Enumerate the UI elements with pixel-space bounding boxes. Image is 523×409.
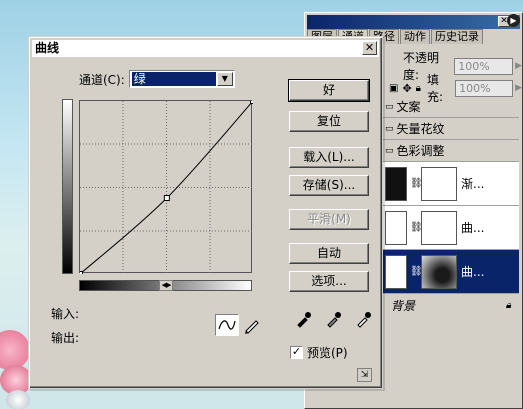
preview-checkbox[interactable]: ✓: [290, 346, 303, 359]
layer-mask-thumbnail: [421, 166, 457, 201]
background-layer[interactable]: 背景 🔒︎: [383, 294, 519, 316]
save-button[interactable]: 存储(S)...: [289, 175, 369, 196]
layer-group[interactable]: ▭ 文案: [383, 96, 519, 118]
channel-select[interactable]: 绿 ▼: [128, 70, 235, 88]
channel-label: 通道(C):: [79, 72, 125, 87]
curve-graph[interactable]: [79, 100, 253, 274]
load-button[interactable]: 载入(L)...: [289, 147, 369, 168]
move-lock-icon[interactable]: ✥: [402, 82, 411, 95]
layer-item-selected[interactable]: ⛓ 曲...: [383, 250, 519, 294]
layer-group-name: 文案: [396, 100, 421, 114]
black-eyedropper-icon[interactable]: [294, 309, 314, 329]
dialog-titlebar[interactable]: 曲线 ✕: [32, 40, 379, 57]
link-icon: ⛓: [410, 266, 423, 277]
pencil-icon[interactable]: [242, 315, 262, 335]
input-label: 输入:: [51, 307, 80, 321]
layer-thumbnail: [385, 166, 407, 201]
curve-control-point[interactable]: [163, 195, 170, 202]
panel-menu-arrow-icon[interactable]: ▶: [507, 14, 520, 27]
output-gradient-bar: [62, 99, 73, 274]
layer-list: ▭ 文案 ▭ 矢量花纹 ▭ 色彩调整 ⛓ 渐... ⛓ 曲... ⛓ 曲...: [383, 96, 519, 316]
layer-group-name: 色彩调整: [396, 144, 445, 158]
curve-graph-svg[interactable]: [80, 101, 253, 274]
background-layer-name: 背景: [391, 298, 416, 313]
curve-grid: [80, 101, 253, 274]
close-icon[interactable]: ✕: [362, 41, 377, 55]
link-icon: ⛓: [410, 222, 423, 233]
layer-item[interactable]: ⛓ 渐...: [383, 162, 519, 206]
opacity-arrow-icon[interactable]: ▶: [515, 61, 522, 71]
curves-dialog: 曲线 ✕ 通道(C): 绿 ▼ ◀▶ 输入: 输出: 好 复位 载入(L)...…: [28, 36, 383, 389]
folder-icon: ▭: [385, 123, 394, 134]
auto-button[interactable]: 自动: [289, 243, 369, 264]
dialog-title: 曲线: [35, 41, 60, 55]
layer-mask-thumbnail: [421, 210, 457, 245]
layer-thumbnail: [385, 254, 407, 289]
layer-item[interactable]: ⛓ 曲...: [383, 206, 519, 250]
white-eyedropper-icon[interactable]: [354, 309, 374, 329]
input-gradient-bar: ◀▶: [79, 280, 252, 291]
fill-arrow-icon[interactable]: ▶: [515, 83, 522, 93]
channel-selected-value: 绿: [131, 72, 216, 86]
options-button[interactable]: 选项...: [289, 271, 369, 292]
flower-decoration: [0, 330, 30, 370]
tab-history[interactable]: 历史记录: [431, 29, 483, 44]
expand-graph-icon[interactable]: ⇲: [357, 368, 372, 382]
chevron-down-icon[interactable]: ▼: [216, 72, 233, 86]
preview-option[interactable]: ✓ 预览(P): [290, 344, 348, 361]
folder-icon: ▭: [385, 145, 394, 156]
layer-name: 曲...: [461, 265, 485, 279]
preview-label: 预览(P): [307, 346, 348, 360]
padlock-icon: 🔒︎: [505, 299, 511, 311]
layer-group[interactable]: ▭ 色彩调整: [383, 140, 519, 162]
smooth-button[interactable]: 平滑(M): [289, 209, 369, 230]
transparency-lock-icon[interactable]: ▣: [389, 83, 398, 94]
layer-group[interactable]: ▭ 矢量花纹: [383, 118, 519, 140]
eyedropper-group: [294, 309, 374, 329]
curve-control-point[interactable]: [80, 271, 83, 275]
flower-decoration: [6, 390, 30, 409]
channel-row: 通道(C): 绿 ▼: [79, 70, 235, 88]
output-label: 输出:: [51, 331, 80, 345]
padlock-icon[interactable]: 🔒︎: [416, 83, 421, 94]
layer-name: 渐...: [461, 177, 485, 191]
tab-actions[interactable]: 动作: [400, 29, 430, 44]
ok-button[interactable]: 好: [288, 79, 370, 102]
link-icon: ⛓: [410, 178, 423, 189]
curve-control-point[interactable]: [250, 101, 254, 104]
fill-input[interactable]: 100%: [455, 79, 514, 97]
layers-panel-titlebar[interactable]: ✕: [307, 15, 520, 29]
layer-group-name: 矢量花纹: [396, 122, 445, 136]
gray-eyedropper-icon[interactable]: [324, 309, 344, 329]
layer-thumbnail: [385, 210, 407, 245]
gradient-direction-toggle-icon[interactable]: ◀▶: [159, 280, 173, 291]
layer-name: 曲...: [461, 221, 485, 235]
curve-tool-icon[interactable]: [215, 314, 239, 336]
layer-mask-thumbnail: [421, 254, 457, 289]
reset-button[interactable]: 复位: [289, 111, 369, 132]
folder-icon: ▭: [385, 101, 394, 112]
